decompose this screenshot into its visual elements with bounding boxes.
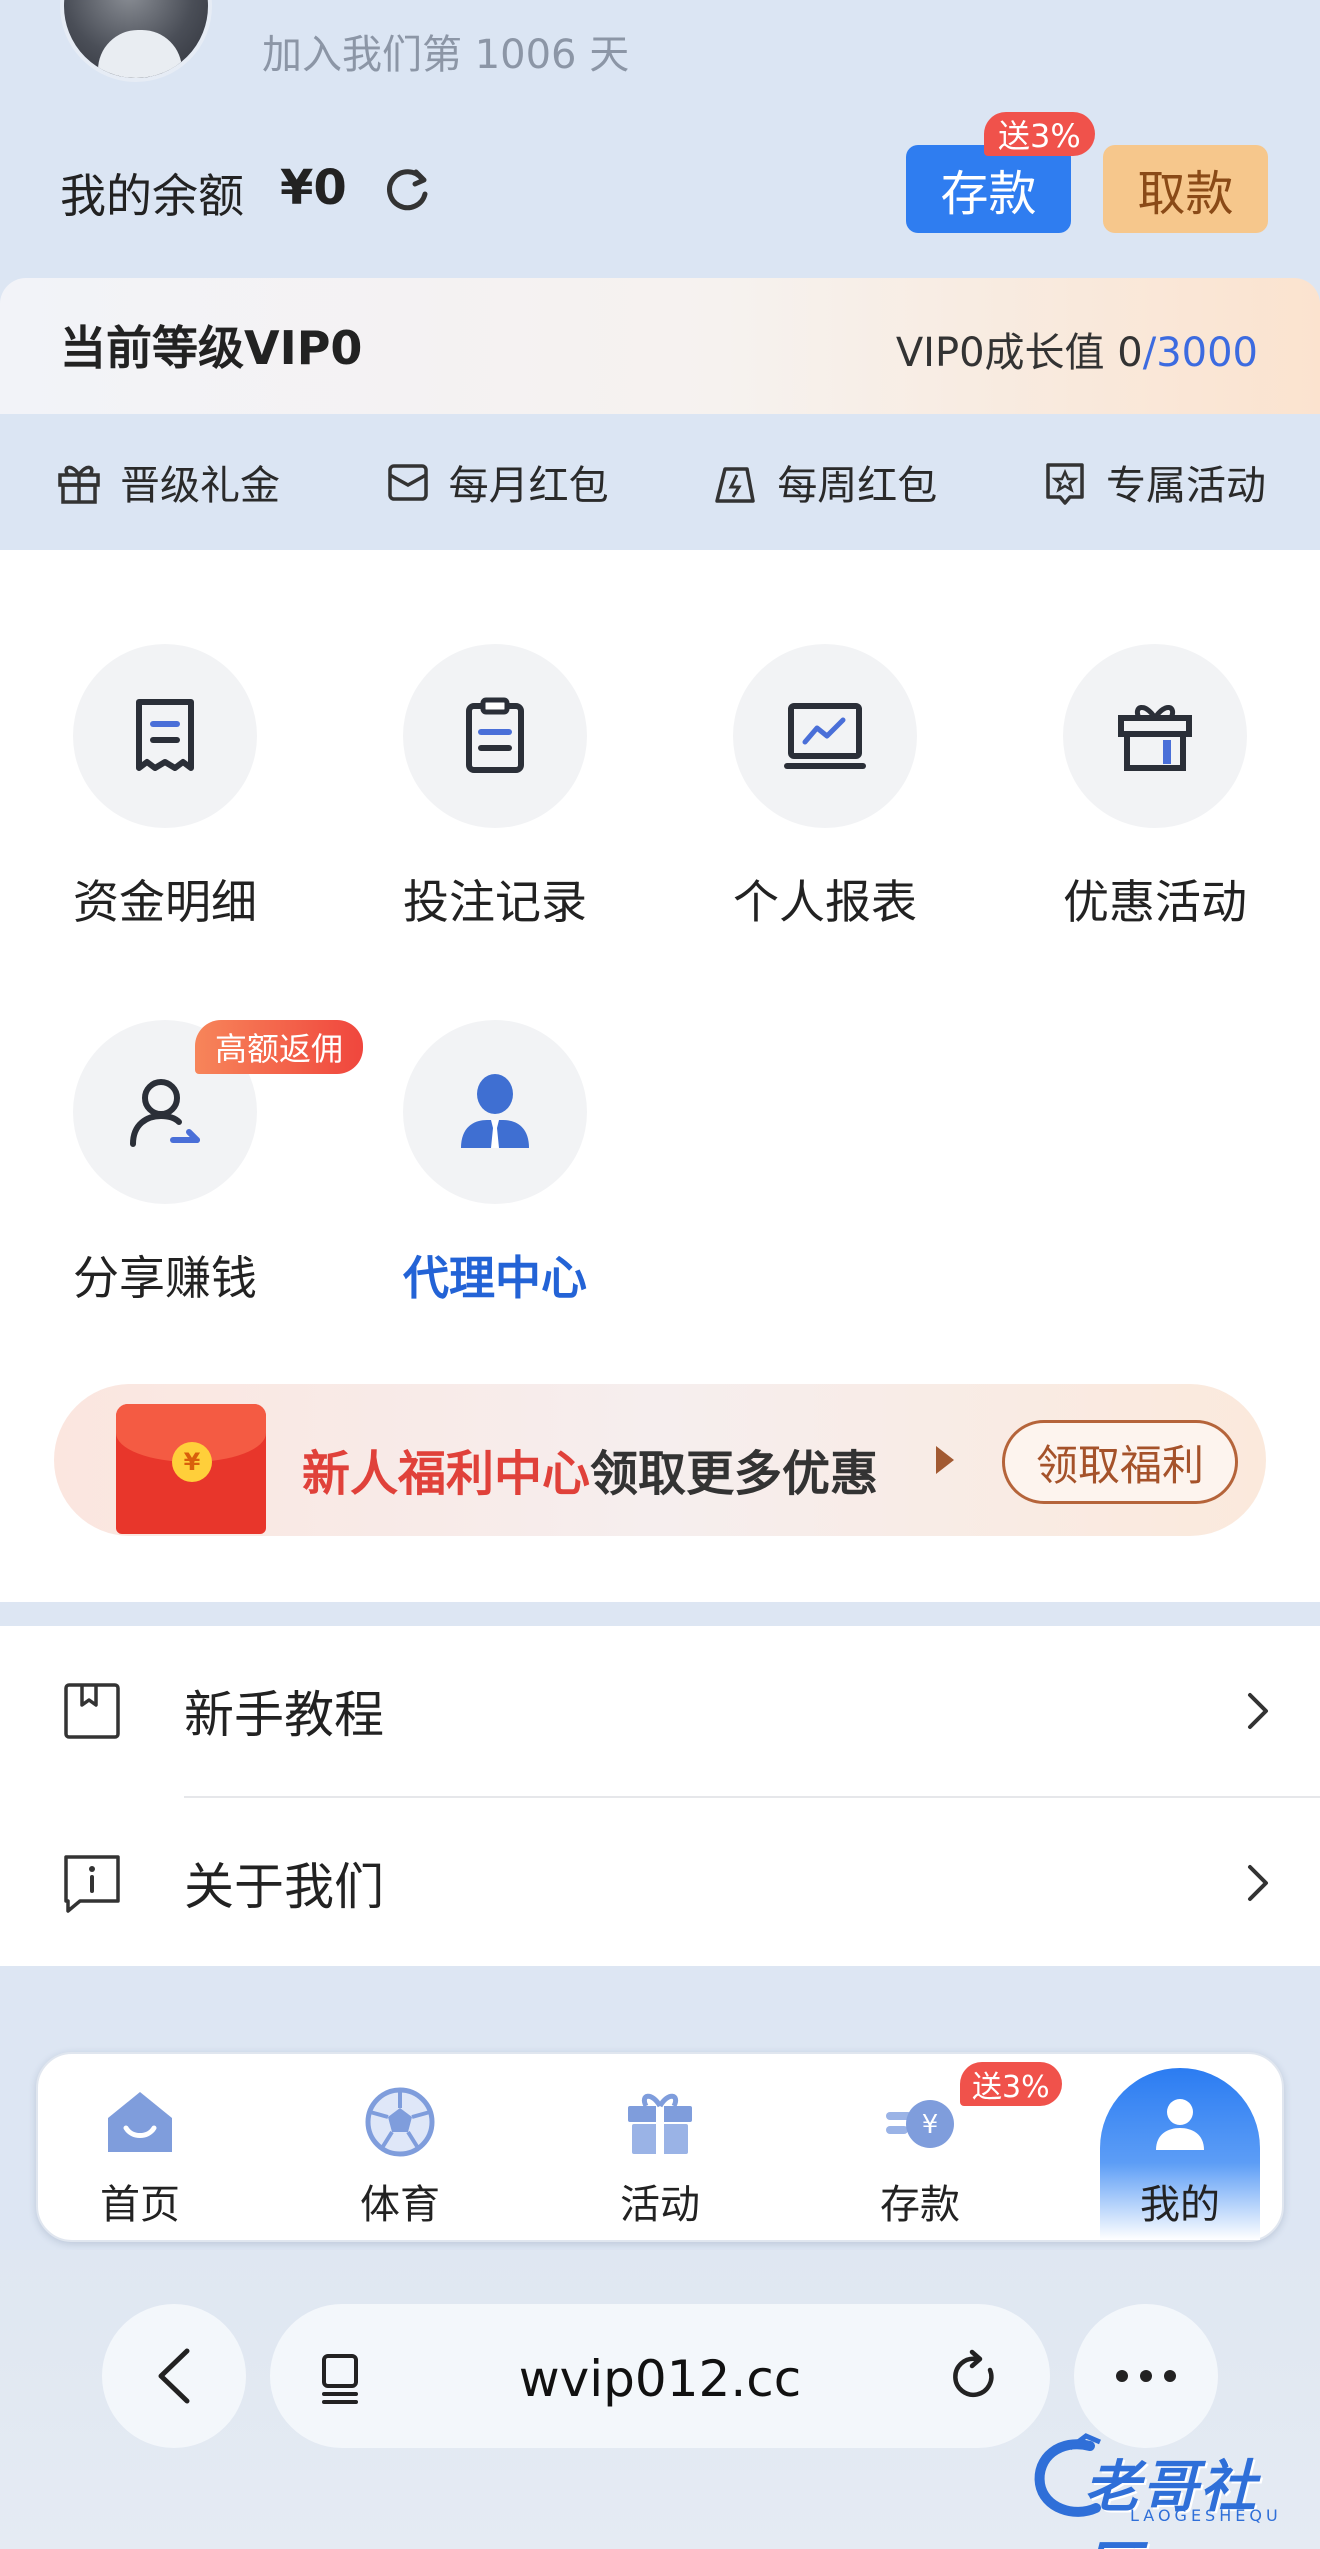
list-item-about-us[interactable]: 关于我们 <box>0 1798 1320 1968</box>
tab-label: 首页 <box>100 2182 180 2228</box>
bottom-tab-bar: 首页 体育 活动 ¥ 存款 送3% 我的 <box>36 2052 1284 2242</box>
perk-upgrade-bonus[interactable]: 晋级礼金 <box>54 453 280 511</box>
coin-icon: ¥ <box>172 1442 212 1482</box>
gift-icon <box>628 2093 692 2154</box>
grid-label: 优惠活动 <box>1063 875 1247 929</box>
grid-icon-circle <box>733 644 917 828</box>
grid-icon-circle <box>73 644 257 828</box>
chart-monitor-icon <box>784 703 866 769</box>
watermark-logo: 老哥社区 LAOGESHEQU <box>1030 2428 1310 2549</box>
receipt-icon <box>136 699 194 771</box>
balance-value: ¥0 <box>280 160 347 216</box>
grid-item-agent-center[interactable]: 代理中心 <box>375 1020 615 1308</box>
perk-label: 晋级礼金 <box>120 463 280 509</box>
tab-label: 体育 <box>360 2182 440 2228</box>
url-text: wvip012.cc <box>518 2350 802 2408</box>
envelope-icon <box>387 464 428 501</box>
vip-growth-target: /3000 <box>1142 330 1258 376</box>
grid-item-promotions[interactable]: 优惠活动 <box>1035 644 1275 932</box>
tab-sports[interactable]: 体育 <box>320 2054 480 2240</box>
soccer-ball-icon <box>365 2087 435 2157</box>
newcomer-welfare-banner[interactable]: ¥ 新人福利中心领取更多优惠 领取福利 <box>54 1384 1266 1536</box>
reload-icon[interactable] <box>946 2348 1004 2406</box>
promo-dark-text: 领取更多优惠 <box>590 1446 879 1502</box>
tab-events[interactable]: 活动 <box>580 2054 740 2240</box>
deposit-bonus-badge: 送3% <box>984 112 1095 156</box>
promo-text: 新人福利中心领取更多优惠 <box>302 1434 878 1504</box>
tab-label: 我的 <box>1140 2182 1220 2228</box>
bookmark-book-icon <box>64 1683 120 1739</box>
grid-label: 个人报表 <box>733 875 917 929</box>
clipboard-icon <box>466 697 524 773</box>
avatar[interactable] <box>60 0 212 82</box>
grid-label: 代理中心 <box>403 1251 587 1305</box>
watermark-text: 老哥社区 <box>1084 2455 1258 2549</box>
user-icon <box>1156 2099 1204 2150</box>
agent-icon <box>461 1074 529 1148</box>
grid-label: 资金明细 <box>73 875 257 929</box>
home-icon <box>108 2092 172 2152</box>
perk-monthly-envelope[interactable]: 每月红包 <box>383 453 609 511</box>
back-button[interactable] <box>102 2304 246 2448</box>
chevron-left-icon <box>158 2348 190 2404</box>
grid-item-fund-details[interactable]: 资金明细 <box>45 644 285 932</box>
perk-label: 每月红包 <box>448 463 609 509</box>
svg-text:¥: ¥ <box>922 2110 939 2140</box>
grid-item-share-earn[interactable]: 高额返佣 分享赚钱 <box>45 1020 364 1308</box>
account-header: 加入我们第 1006 天 我的余额 ¥0 存款 送3% 取款 <box>0 0 1320 280</box>
claim-welfare-button[interactable]: 领取福利 <box>1002 1420 1238 1504</box>
list-item-label: 关于我们 <box>184 1858 384 1916</box>
browser-toolbar: wvip012.cc 老哥社区 LAOGESHEQU <box>0 2250 1320 2549</box>
perk-label: 每周红包 <box>777 463 938 509</box>
deposit-button[interactable]: 存款 <box>906 145 1071 233</box>
weekly-bag-icon <box>715 467 756 503</box>
high-commission-badge: 高额返佣 <box>195 1020 364 1074</box>
promo-red-text: 新人福利中心 <box>302 1446 591 1502</box>
grid-item-bet-records[interactable]: 投注记录 <box>375 644 615 932</box>
chevron-right-icon <box>1248 1865 1268 1901</box>
vip-level-bar[interactable]: 当前等级VIP0 VIP0成长值 0/3000 <box>0 278 1320 414</box>
list-item-label: 新手教程 <box>184 1686 384 1744</box>
grid-label: 分享赚钱 <box>73 1251 257 1305</box>
red-envelope-icon: ¥ <box>116 1404 266 1534</box>
more-dots-icon <box>1116 2370 1176 2382</box>
vip-perks-row: 晋级礼金 每月红包 每周红包 专属活动 <box>0 414 1320 550</box>
info-list: 新手教程 关于我们 <box>0 1626 1320 1966</box>
info-chat-icon <box>64 1855 120 1913</box>
gift-box-icon <box>1118 705 1192 771</box>
vip-level-text: 当前等级VIP0 <box>60 321 363 375</box>
withdraw-button[interactable]: 取款 <box>1103 145 1268 233</box>
join-days-text: 加入我们第 1006 天 <box>262 32 630 78</box>
play-arrow-icon <box>936 1446 954 1474</box>
grid-label: 投注记录 <box>403 875 587 929</box>
watermark-subtext: LAOGESHEQU <box>1130 2506 1282 2525</box>
share-user-icon <box>130 1079 200 1147</box>
gift-icon <box>58 465 100 504</box>
function-panel: 资金明细 投注记录 个人报表 优惠活动 高额返佣 分享赚钱 代理中心 ¥ 新人福… <box>0 550 1320 1602</box>
vip-growth-value: VIP0成长值 0/3000 <box>896 320 1258 378</box>
balance-label: 我的余额 <box>60 169 244 223</box>
perk-weekly-envelope[interactable]: 每周红包 <box>711 453 937 511</box>
refresh-icon[interactable] <box>380 164 434 218</box>
grid-icon-circle <box>1063 644 1247 828</box>
list-item-tutorial[interactable]: 新手教程 <box>0 1626 1320 1796</box>
tab-label: 存款 <box>880 2182 960 2228</box>
more-button[interactable] <box>1074 2304 1218 2448</box>
perk-exclusive-events[interactable]: 专属活动 <box>1040 453 1266 511</box>
grid-icon-circle <box>403 1020 587 1204</box>
tab-mine[interactable]: 我的 <box>1100 2054 1260 2240</box>
address-bar[interactable]: wvip012.cc <box>270 2304 1050 2448</box>
perk-label: 专属活动 <box>1105 463 1266 509</box>
grid-item-personal-report[interactable]: 个人报表 <box>705 644 945 932</box>
tab-home[interactable]: 首页 <box>60 2054 220 2240</box>
grid-icon-circle <box>403 644 587 828</box>
tab-deposit-badge: 送3% <box>960 2062 1062 2106</box>
star-ticket-icon <box>1046 463 1084 505</box>
vip-growth-current: VIP0成长值 0 <box>895 330 1143 376</box>
deposit-coin-icon: ¥ <box>886 2100 954 2148</box>
tab-label: 活动 <box>620 2182 700 2228</box>
chevron-right-icon <box>1248 1693 1268 1729</box>
